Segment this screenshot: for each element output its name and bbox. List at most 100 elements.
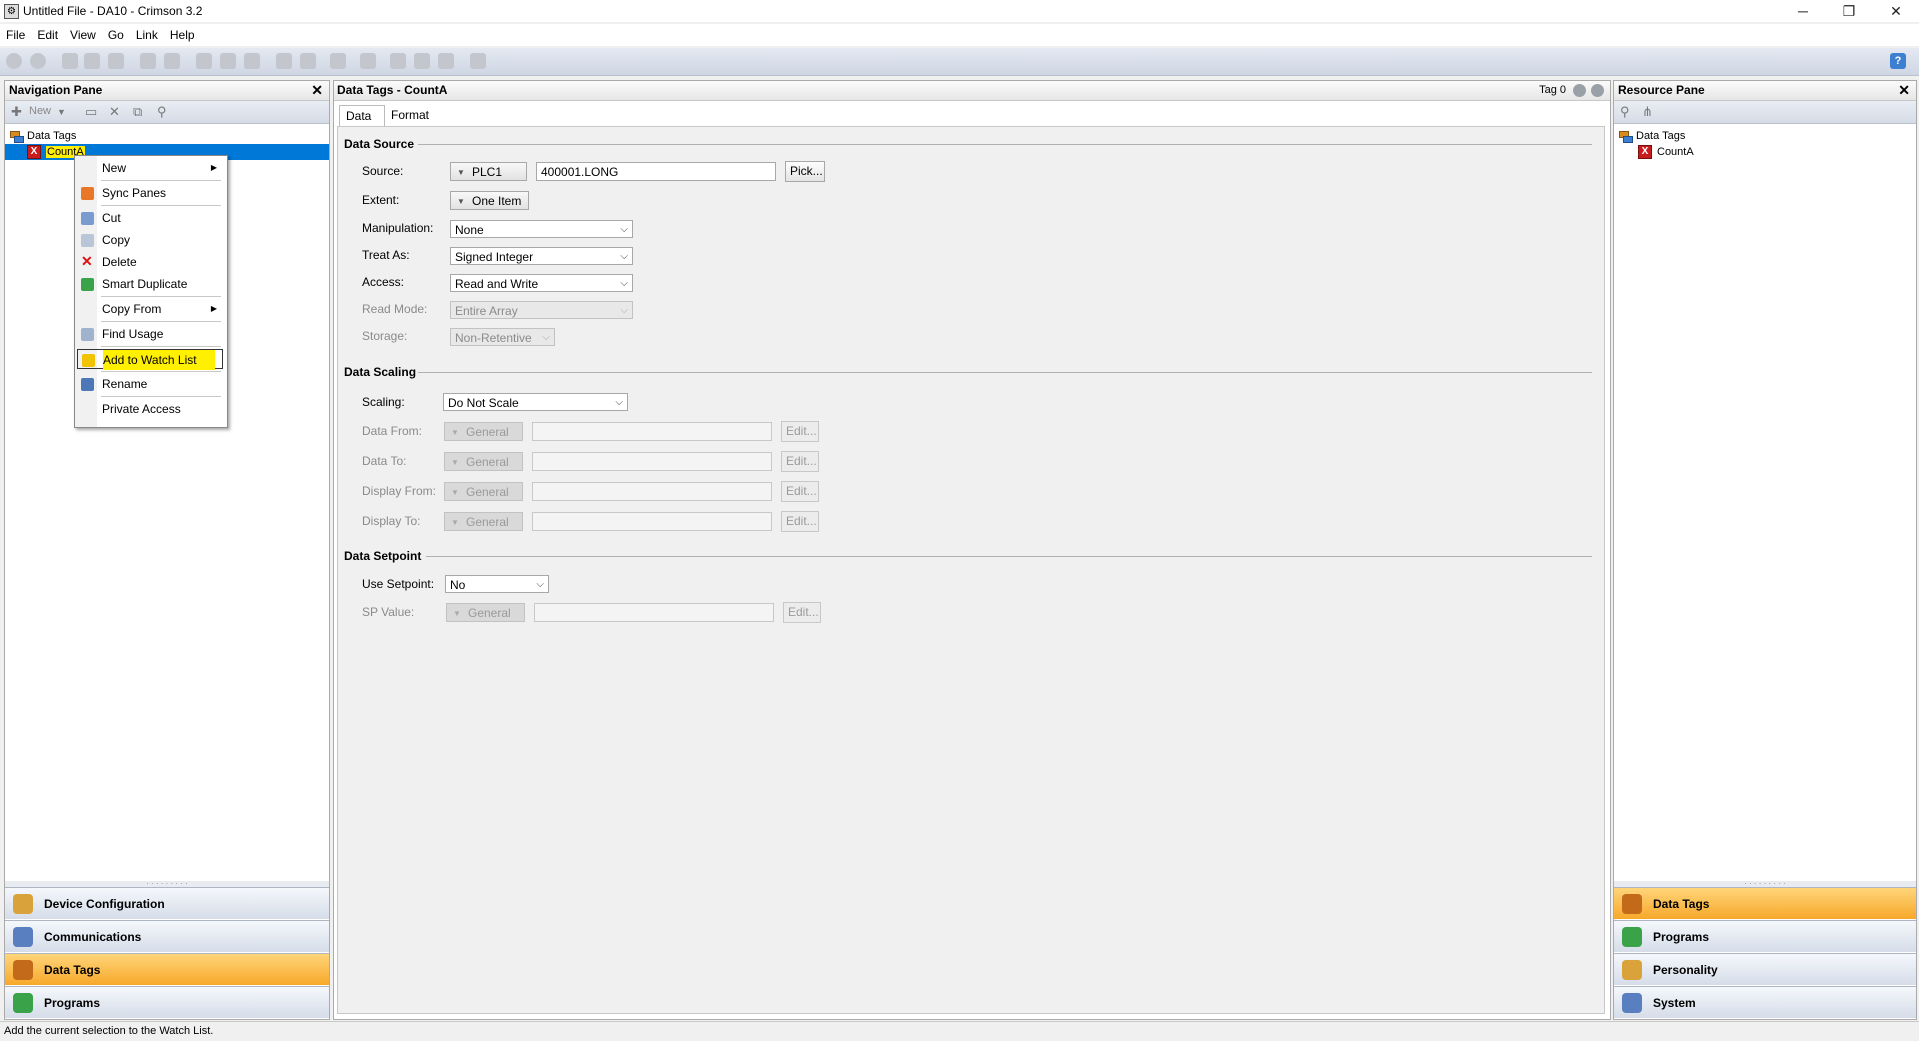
previous-tag-icon[interactable] <box>1573 84 1586 97</box>
menu-item-find-usage[interactable]: Find Usage <box>77 324 223 344</box>
close-icon[interactable]: ✕ <box>1898 81 1910 100</box>
rename-icon <box>81 378 94 391</box>
access-label: Access: <box>362 275 405 289</box>
access-select[interactable]: Read and Write ⌵ <box>450 274 633 292</box>
resource-category-system[interactable]: System <box>1614 986 1916 1018</box>
menu-item-new[interactable]: New ▶ <box>77 158 223 178</box>
menu-separator <box>101 205 221 206</box>
folder-icon[interactable]: ▭ <box>85 105 99 119</box>
tools-icon[interactable] <box>300 53 316 69</box>
wand-icon[interactable] <box>276 53 292 69</box>
resource-node-data-tags[interactable]: Data Tags <box>1619 128 1685 144</box>
category-device-configuration[interactable]: Device Configuration <box>5 887 329 919</box>
find-icon[interactable]: ⚲ <box>1620 105 1634 119</box>
section-data-scaling: Data Scaling <box>344 365 417 379</box>
menu-file[interactable]: File <box>0 24 31 42</box>
save-icon[interactable] <box>108 53 124 69</box>
menu-item-rename[interactable]: Rename <box>77 374 223 394</box>
forward-icon[interactable] <box>30 53 46 69</box>
redo-icon[interactable] <box>164 53 180 69</box>
data-tags-icon <box>13 960 33 980</box>
category-data-tags[interactable]: Data Tags <box>5 953 329 985</box>
new-dropdown-label[interactable]: New <box>29 105 51 117</box>
menu-item-copy[interactable]: Copy <box>77 230 223 250</box>
menu-help[interactable]: Help <box>164 24 201 42</box>
window-title: Untitled File - DA10 - Crimson 3.2 <box>23 4 203 18</box>
storage-label: Storage: <box>362 329 408 343</box>
display-to-label: Display To: <box>362 514 421 528</box>
cursor-icon[interactable] <box>390 53 406 69</box>
status-bar: Add the current selection to the Watch L… <box>0 1021 1919 1041</box>
close-window-button[interactable]: ✕ <box>1873 0 1919 22</box>
open-file-icon[interactable] <box>84 53 100 69</box>
source-device-dropdown[interactable]: PLC1 <box>450 162 527 182</box>
menu-item-add-to-watch-list[interactable]: Add to Watch List <box>77 349 223 370</box>
source-address-field[interactable]: 400001.LONG <box>536 162 776 181</box>
cut-icon[interactable] <box>196 53 212 69</box>
menu-item-sync-panes[interactable]: Sync Panes <box>77 183 223 203</box>
scaling-label: Scaling: <box>362 395 405 409</box>
refresh-icon[interactable] <box>330 53 346 69</box>
menu-edit[interactable]: Edit <box>31 24 64 42</box>
chevron-down-icon[interactable]: ▼ <box>57 105 71 119</box>
delete-icon[interactable]: ✕ <box>109 105 123 119</box>
wrench-icon[interactable] <box>470 53 486 69</box>
new-item-icon[interactable]: ✚ <box>11 105 25 119</box>
data-to-field <box>532 452 772 471</box>
find-icon[interactable]: ⚲ <box>157 105 171 119</box>
menu-item-cut[interactable]: Cut <box>77 208 223 228</box>
duplicate-icon[interactable]: ⧉ <box>133 105 147 119</box>
tag-number: Tag 0 <box>1539 84 1566 96</box>
extent-label: Extent: <box>362 193 400 207</box>
tree-node-data-tags[interactable]: Data Tags <box>10 128 76 144</box>
menu-go[interactable]: Go <box>102 24 130 42</box>
menu-view[interactable]: View <box>64 24 102 42</box>
display-to-edit-button: Edit... <box>781 511 819 532</box>
data-from-field <box>532 422 772 441</box>
menu-item-delete[interactable]: ✕ Delete <box>77 252 223 272</box>
resource-node-counta[interactable]: X CountA <box>1638 144 1694 160</box>
back-icon[interactable] <box>6 53 22 69</box>
link-icon[interactable] <box>414 53 430 69</box>
paste-icon[interactable] <box>244 53 260 69</box>
menu-item-smart-duplicate[interactable]: Smart Duplicate <box>77 274 223 294</box>
undo-icon[interactable] <box>140 53 156 69</box>
menu-item-private-access[interactable]: Private Access <box>77 399 223 419</box>
divider <box>418 372 1592 373</box>
delete-icon: ✕ <box>81 253 93 269</box>
new-file-icon[interactable] <box>62 53 78 69</box>
duplicate-icon <box>81 278 94 291</box>
display-from-field <box>532 482 772 501</box>
screen-icon[interactable] <box>360 53 376 69</box>
close-icon[interactable]: ✕ <box>311 81 323 100</box>
display-to-mode: General <box>444 512 523 532</box>
resource-category-personality[interactable]: Personality <box>1614 953 1916 985</box>
manipulation-select[interactable]: None ⌵ <box>450 220 633 238</box>
help-icon[interactable]: ? <box>1890 53 1906 69</box>
pick-button[interactable]: Pick... <box>785 161 825 182</box>
menu-link[interactable]: Link <box>130 24 164 42</box>
send-icon[interactable] <box>438 53 454 69</box>
programs-icon <box>1622 927 1642 947</box>
use-setpoint-select[interactable]: No ⌵ <box>445 575 549 593</box>
tab-data[interactable]: Data <box>339 105 385 126</box>
tag-x-icon: X <box>27 145 41 160</box>
tab-format[interactable]: Format <box>385 105 435 125</box>
next-tag-icon[interactable] <box>1591 84 1604 97</box>
treat-as-select[interactable]: Signed Integer ⌵ <box>450 247 633 265</box>
category-programs[interactable]: Programs <box>5 986 329 1018</box>
resource-category-data-tags[interactable]: Data Tags <box>1614 887 1916 919</box>
menu-item-copy-from[interactable]: Copy From ▶ <box>77 299 223 319</box>
extent-dropdown[interactable]: One Item <box>450 191 529 211</box>
restore-button[interactable]: ❐ <box>1826 0 1872 22</box>
tree-icon[interactable]: ⋔ <box>1642 105 1656 119</box>
resource-pane: Resource Pane ✕ ⚲ ⋔ Data Tags X CountA · … <box>1613 80 1917 1020</box>
minimize-button[interactable]: ─ <box>1780 0 1826 22</box>
app-icon[interactable]: ⚙ <box>4 4 19 19</box>
category-communications[interactable]: Communications <box>5 920 329 952</box>
section-data-setpoint: Data Setpoint <box>344 549 422 563</box>
scaling-select[interactable]: Do Not Scale ⌵ <box>443 393 628 411</box>
display-from-label: Display From: <box>362 484 437 498</box>
copy-icon[interactable] <box>220 53 236 69</box>
resource-category-programs[interactable]: Programs <box>1614 920 1916 952</box>
